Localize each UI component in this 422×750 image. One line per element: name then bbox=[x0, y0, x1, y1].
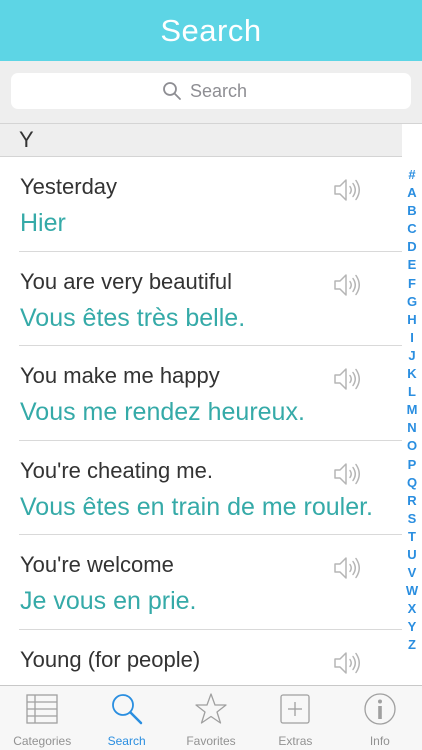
index-letter[interactable]: U bbox=[407, 546, 416, 564]
phrase-english: Young (for people) bbox=[20, 646, 201, 672]
section-letter: Y bbox=[19, 127, 34, 152]
index-letter[interactable]: W bbox=[406, 582, 418, 600]
plus-icon bbox=[280, 694, 311, 724]
phrase-english: You are very beautiful bbox=[20, 268, 232, 294]
phrase-row[interactable]: Yesterday Hier bbox=[0, 157, 402, 252]
index-letter[interactable]: P bbox=[408, 456, 417, 474]
index-letter[interactable]: Z bbox=[408, 636, 416, 654]
index-letter[interactable]: O bbox=[407, 437, 417, 455]
phrase-row[interactable]: You're cheating me. Vous êtes en train d… bbox=[0, 441, 402, 536]
phrase-english: You make me happy bbox=[20, 363, 220, 388]
index-letter[interactable]: D bbox=[407, 238, 416, 256]
index-letter[interactable]: # bbox=[408, 166, 415, 184]
nav-bar: Search bbox=[0, 0, 422, 61]
section-index[interactable]: # A B C D E F G H I J K L M N O P Q R S … bbox=[402, 166, 422, 655]
tab-label: Info bbox=[369, 734, 390, 748]
phrase-french: Je vous en prie. bbox=[20, 587, 197, 615]
index-letter[interactable]: E bbox=[408, 256, 417, 274]
tab-label: Categories bbox=[13, 734, 72, 748]
phrase-french: Vous êtes très belle. bbox=[20, 303, 246, 332]
tab-label: Extras bbox=[278, 734, 313, 748]
page-title: Search bbox=[160, 12, 262, 48]
phrase-french: Hier bbox=[20, 209, 66, 237]
search-icon bbox=[111, 694, 142, 725]
tab-label: Search bbox=[107, 734, 146, 748]
speaker-icon[interactable] bbox=[333, 461, 363, 487]
list-icon bbox=[26, 694, 58, 724]
index-letter[interactable]: B bbox=[407, 202, 416, 220]
index-letter[interactable]: A bbox=[407, 184, 416, 202]
speaker-icon[interactable] bbox=[333, 366, 363, 392]
search-bar-container bbox=[0, 61, 422, 124]
index-letter[interactable]: X bbox=[408, 600, 417, 618]
index-letter[interactable]: K bbox=[407, 365, 416, 383]
speaker-icon[interactable] bbox=[333, 555, 363, 581]
index-letter[interactable]: V bbox=[408, 564, 417, 582]
tab-search[interactable]: Search bbox=[84, 686, 168, 750]
phrase-row[interactable]: You are very beautiful Vous êtes très be… bbox=[0, 252, 402, 347]
index-letter[interactable]: T bbox=[408, 528, 416, 546]
star-icon bbox=[195, 693, 227, 724]
phrase-row[interactable]: You're welcome Je vous en prie. bbox=[0, 535, 402, 630]
phrase-english: You're welcome bbox=[20, 552, 174, 577]
search-icon bbox=[163, 82, 181, 100]
phrase-list: Yesterday Hier You are very beautiful Vo… bbox=[0, 157, 402, 724]
index-letter[interactable]: F bbox=[408, 275, 416, 293]
speaker-icon[interactable] bbox=[333, 650, 363, 676]
tab-favorites[interactable]: Favorites bbox=[169, 686, 253, 750]
section-header: Y bbox=[0, 124, 402, 157]
index-letter[interactable]: Y bbox=[408, 618, 417, 636]
index-letter[interactable]: J bbox=[408, 347, 415, 365]
speaker-icon[interactable] bbox=[333, 177, 363, 203]
tab-categories[interactable]: Categories bbox=[0, 686, 84, 750]
index-letter[interactable]: N bbox=[407, 419, 416, 437]
phrase-french: Vous êtes en train de me rouler. bbox=[20, 492, 373, 521]
index-letter[interactable]: R bbox=[407, 492, 416, 510]
tab-info[interactable]: Info bbox=[338, 686, 422, 750]
search-field[interactable] bbox=[11, 73, 411, 109]
phrase-english: You're cheating me. bbox=[20, 457, 213, 483]
phrase-english: Yesterday bbox=[20, 174, 118, 199]
speaker-icon[interactable] bbox=[333, 272, 363, 298]
phrase-french: Vous me rendez heureux. bbox=[20, 398, 305, 426]
index-letter[interactable]: G bbox=[407, 293, 417, 311]
index-letter[interactable]: Q bbox=[407, 474, 417, 492]
index-letter[interactable]: I bbox=[410, 329, 414, 347]
index-letter[interactable]: L bbox=[408, 383, 416, 401]
index-letter[interactable]: S bbox=[408, 510, 417, 528]
index-letter[interactable]: H bbox=[407, 311, 416, 329]
search-input[interactable] bbox=[190, 80, 260, 102]
phrase-row[interactable]: You make me happy Vous me rendez heureux… bbox=[0, 346, 402, 441]
tab-extras[interactable]: Extras bbox=[253, 686, 337, 750]
tab-bar: Categories Search Favorites Extras Info bbox=[0, 685, 422, 750]
index-letter[interactable]: C bbox=[407, 220, 416, 238]
tab-label: Favorites bbox=[186, 734, 236, 748]
info-icon bbox=[364, 693, 396, 725]
index-letter[interactable]: M bbox=[407, 401, 418, 419]
